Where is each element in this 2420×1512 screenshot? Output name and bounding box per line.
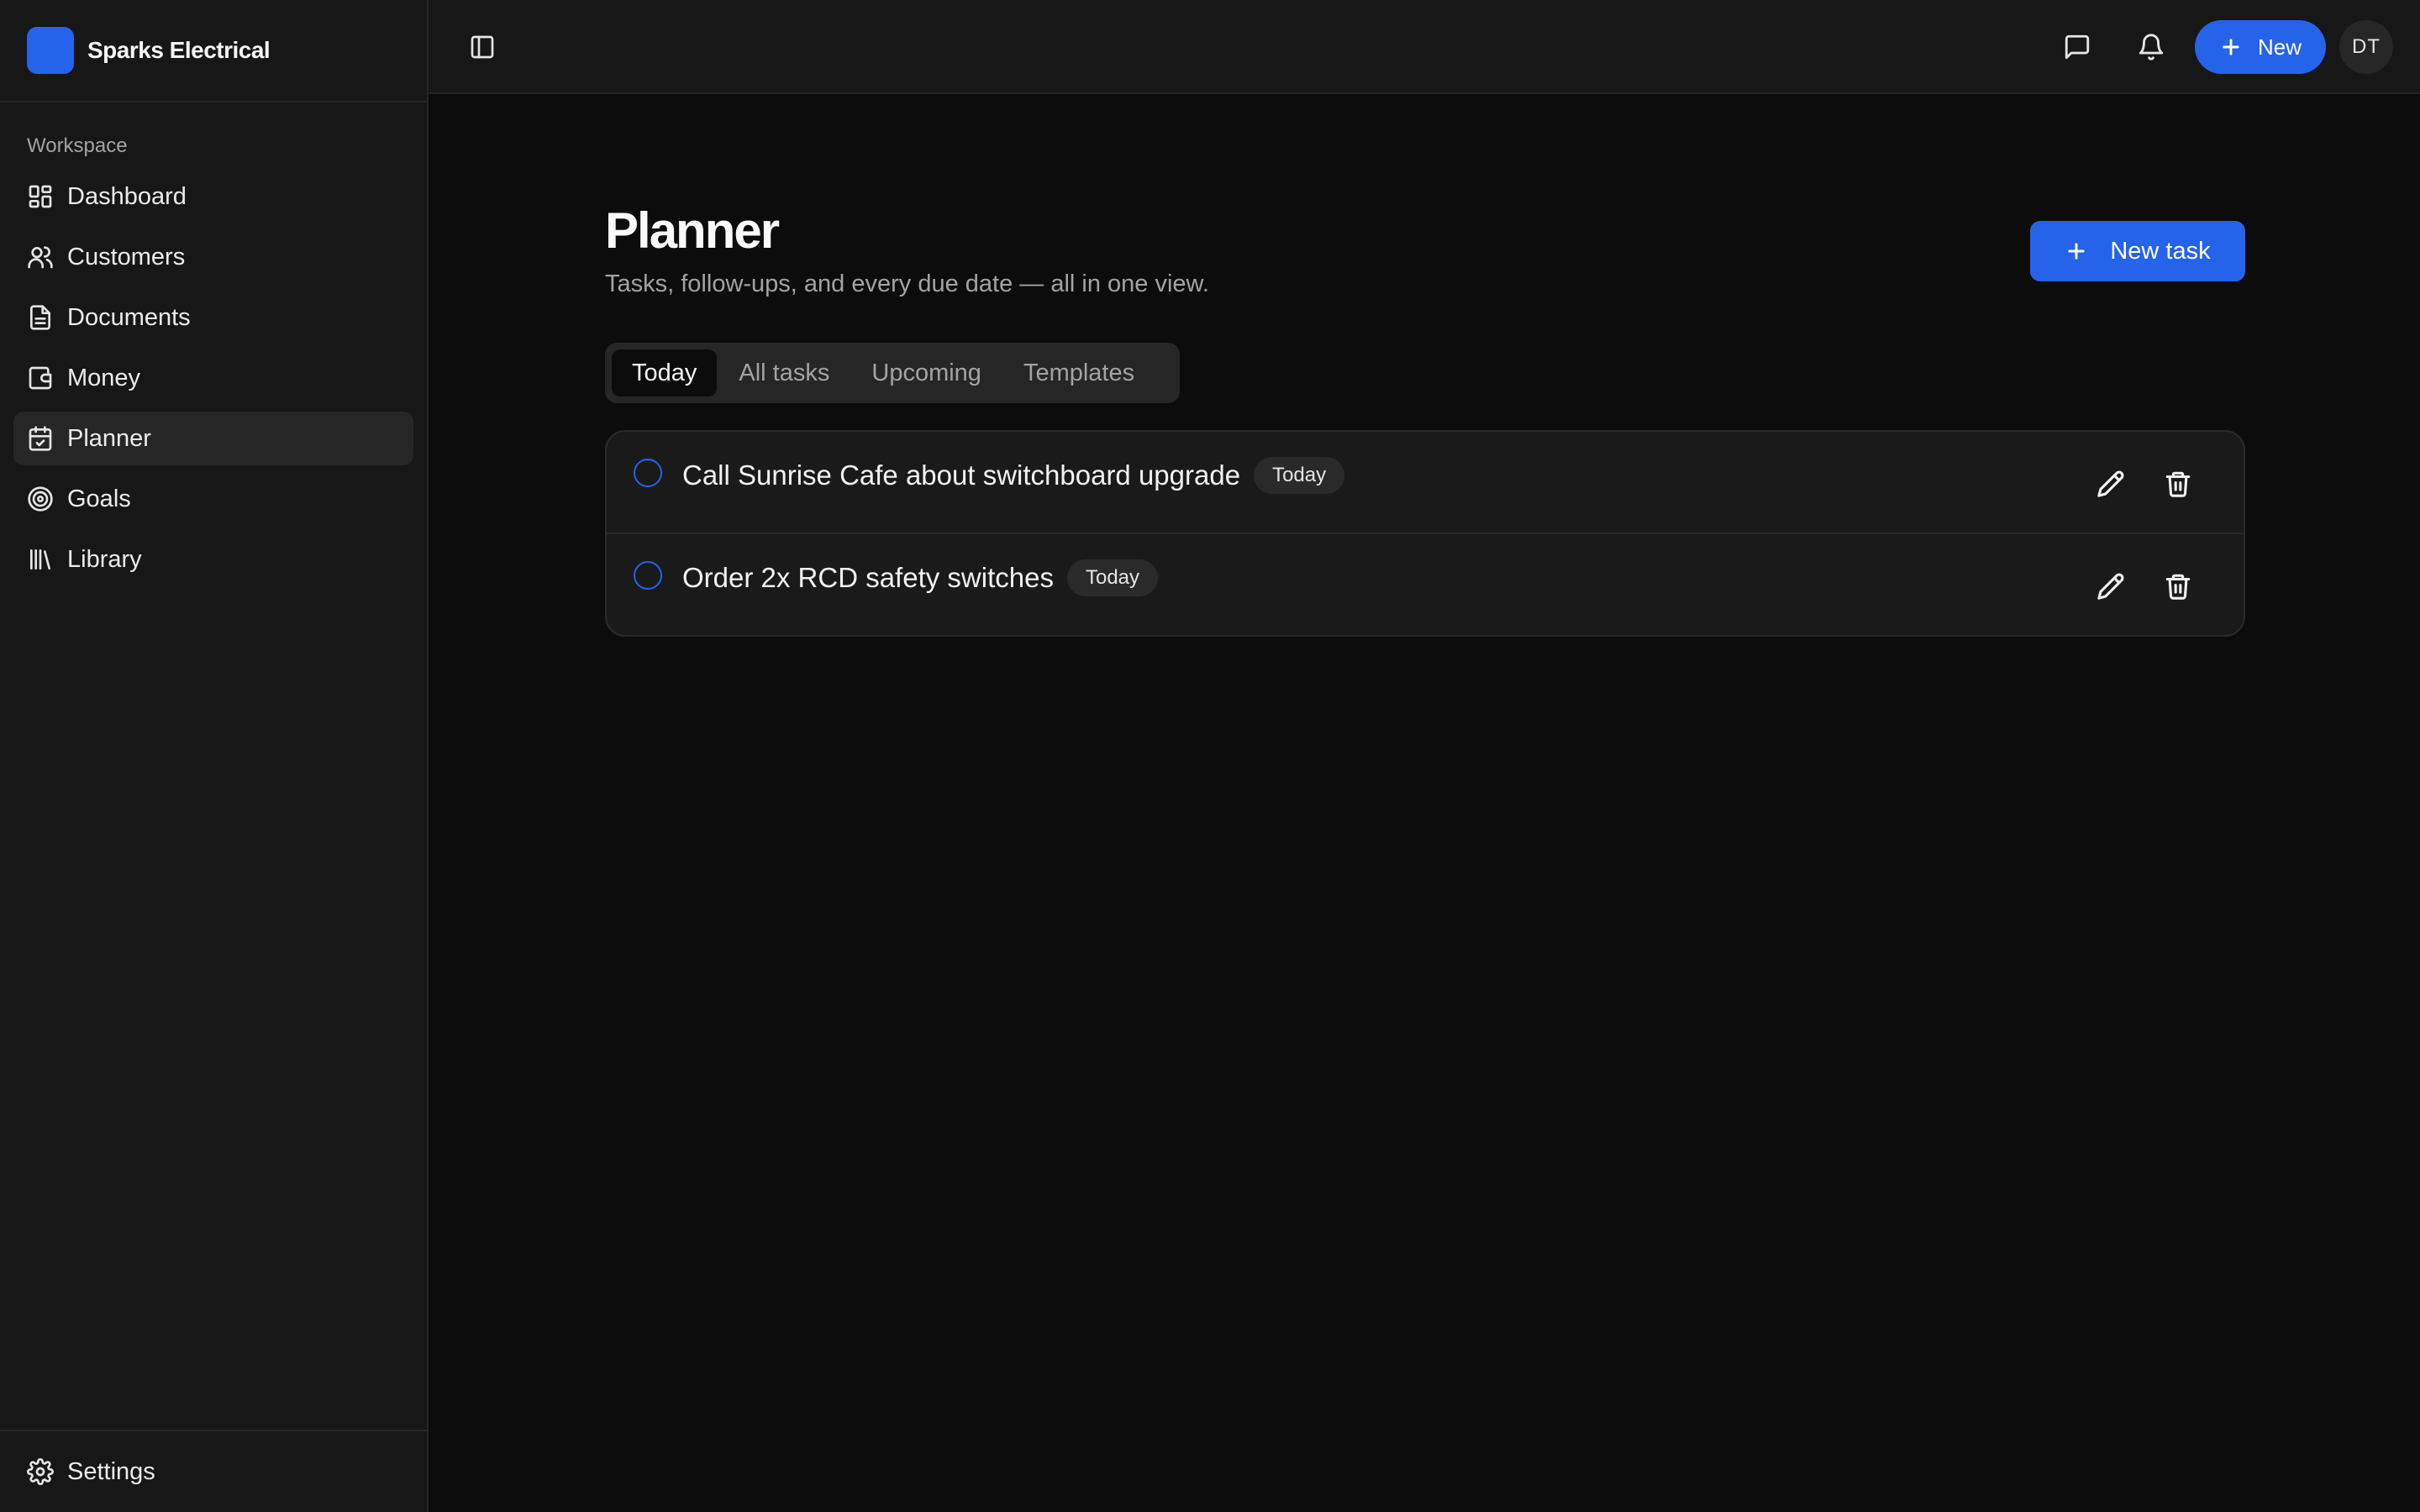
delete-task-button[interactable] [2160, 568, 2196, 605]
edit-task-button[interactable] [2092, 465, 2129, 502]
task-title-wrap: Call Sunrise Cafe about switchboard upgr… [682, 457, 1345, 494]
task-title[interactable]: Order 2x RCD safety switches [682, 562, 1054, 593]
target-icon [27, 486, 54, 512]
task-row: Call Sunrise Cafe about switchboard upgr… [607, 432, 2244, 534]
sidebar-toggle-button[interactable] [462, 27, 502, 67]
sidebar-footer: Settings [0, 1430, 427, 1512]
page-title: Planner [605, 202, 780, 259]
app-root: Sparks Electrical Workspace Dashboard Cu… [0, 0, 2420, 1512]
library-icon [27, 546, 54, 573]
plus-icon [2068, 243, 2085, 260]
top-bar: New DT [429, 0, 2420, 94]
sidebar-item-label: Dashboard [67, 182, 187, 210]
tab-templates[interactable]: Templates [1003, 349, 1155, 396]
message-icon [2065, 34, 2090, 60]
page-subtitle: Tasks, follow-ups, and every due date — … [605, 270, 1209, 297]
delete-task-button[interactable] [2160, 465, 2196, 502]
bell-icon [2139, 34, 2164, 60]
due-badge: Today [1254, 457, 1345, 494]
brand[interactable]: Sparks Electrical [0, 0, 427, 102]
new-button-label: New [2257, 34, 2302, 60]
calendar-check-icon [27, 425, 54, 452]
wallet-icon [27, 365, 54, 391]
sidebar-section-label: Workspace [27, 134, 128, 157]
task-row: Order 2x RCD safety switches Today [607, 534, 2244, 635]
sidebar-item-settings[interactable]: Settings [13, 1445, 413, 1499]
tab-upcoming[interactable]: Upcoming [851, 349, 1002, 396]
avatar[interactable]: DT [2339, 20, 2393, 74]
sidebar-item-label: Settings [67, 1457, 155, 1485]
sidebar-item-money[interactable]: Money [13, 351, 413, 405]
notifications-button[interactable] [2131, 27, 2171, 67]
brand-name: Sparks Electrical [87, 37, 271, 63]
task-title[interactable]: Call Sunrise Cafe about switchboard upgr… [682, 459, 1240, 491]
new-task-button[interactable]: New task [2030, 221, 2245, 281]
dashboard-icon [27, 183, 54, 210]
sidebar-item-label: Planner [67, 424, 151, 452]
sidebar-item-label: Goals [67, 485, 131, 512]
trash-icon [2165, 574, 2191, 600]
pencil-icon [2097, 573, 2124, 600]
sidebar-item-label: Documents [67, 303, 191, 331]
sidebar-item-label: Library [67, 545, 142, 573]
edit-task-button[interactable] [2092, 568, 2129, 605]
planner-tabs: Today All tasks Upcoming Templates [605, 343, 1180, 403]
task-list: Call Sunrise Cafe about switchboard upgr… [605, 430, 2245, 637]
brand-logo [27, 27, 74, 74]
new-button[interactable]: New [2195, 20, 2326, 74]
sidebar-item-planner[interactable]: Planner [13, 412, 413, 465]
sidebar-toggle-icon [471, 35, 494, 59]
sidebar-item-label: Customers [67, 243, 186, 270]
main-content: Planner Tasks, follow-ups, and every due… [429, 94, 2420, 1512]
sidebar-nav: Dashboard Customers Documents Money Plan… [0, 170, 427, 586]
task-title-wrap: Order 2x RCD safety switches Today [682, 559, 1159, 596]
tab-today[interactable]: Today [612, 349, 718, 396]
task-complete-checkbox[interactable] [634, 561, 662, 590]
tab-all-tasks[interactable]: All tasks [718, 349, 850, 396]
trash-icon [2165, 471, 2191, 497]
new-task-label: New task [2110, 237, 2211, 265]
sidebar-item-goals[interactable]: Goals [13, 472, 413, 526]
sidebar-item-customers[interactable]: Customers [13, 230, 413, 284]
sidebar-item-dashboard[interactable]: Dashboard [13, 170, 413, 223]
gear-icon [27, 1458, 54, 1485]
document-icon [27, 304, 54, 331]
messages-button[interactable] [2057, 27, 2097, 67]
sidebar-item-label: Money [67, 364, 141, 391]
due-badge: Today [1066, 559, 1159, 596]
plus-icon [2223, 39, 2239, 55]
sidebar-item-library[interactable]: Library [13, 533, 413, 586]
sidebar: Sparks Electrical Workspace Dashboard Cu… [0, 0, 429, 1512]
users-icon [27, 244, 54, 270]
pencil-icon [2097, 470, 2124, 497]
sidebar-item-documents[interactable]: Documents [13, 291, 413, 344]
task-complete-checkbox[interactable] [634, 459, 662, 487]
